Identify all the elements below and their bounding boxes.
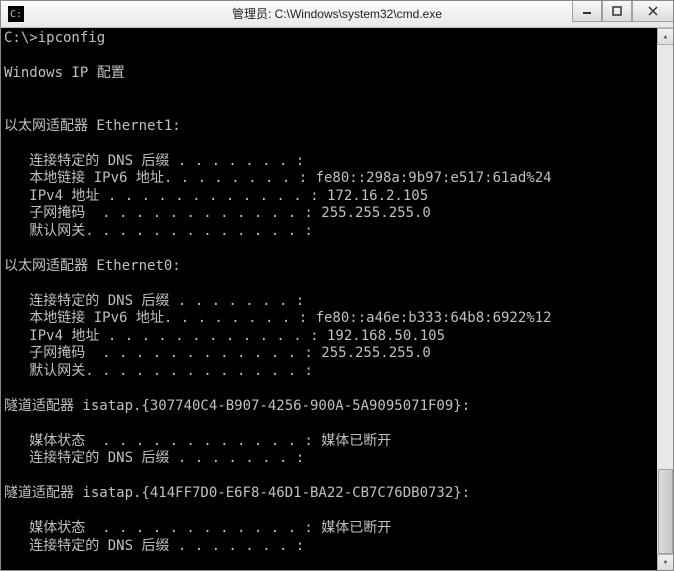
terminal-output[interactable]: C:\>ipconfig Windows IP 配置 以太网适配器 Ethern…: [0, 28, 674, 571]
window-controls: [572, 0, 674, 22]
minimize-button[interactable]: [572, 0, 602, 22]
close-button[interactable]: [632, 0, 674, 22]
cmd-icon: C:: [8, 6, 24, 22]
window-title: 管理员: C:\Windows\system32\cmd.exe: [232, 5, 442, 22]
scrollbar: ▴ ▾: [657, 28, 674, 571]
titlebar[interactable]: C: 管理员: C:\Windows\system32\cmd.exe: [0, 0, 674, 28]
scroll-down-button[interactable]: ▾: [657, 554, 674, 571]
scroll-thumb[interactable]: [658, 469, 673, 554]
scroll-up-button[interactable]: ▴: [657, 28, 674, 45]
scroll-track[interactable]: [657, 45, 674, 554]
maximize-button[interactable]: [602, 0, 632, 22]
terminal-text: C:\>ipconfig Windows IP 配置 以太网适配器 Ethern…: [4, 30, 552, 571]
svg-text:C:: C:: [10, 9, 22, 20]
